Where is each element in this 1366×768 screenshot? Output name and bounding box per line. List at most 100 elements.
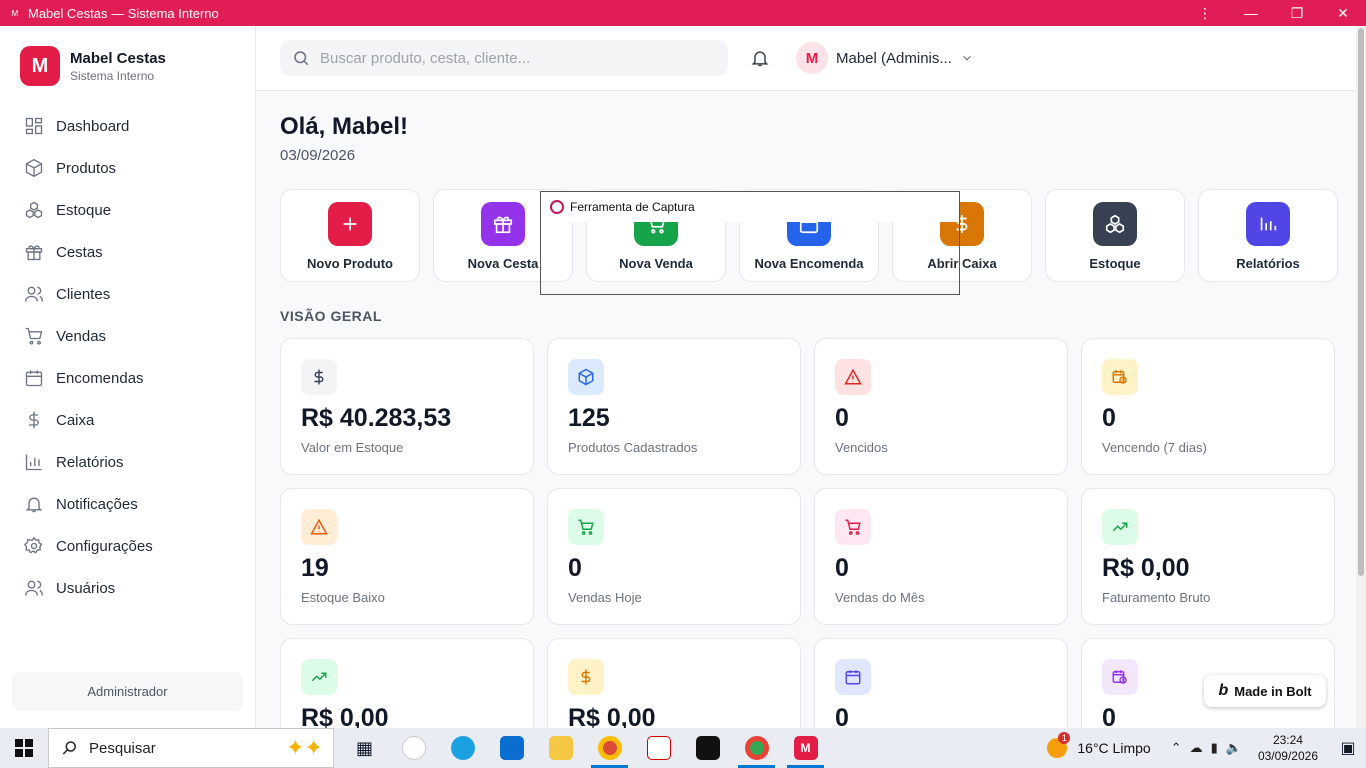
sidebar-item-produtos[interactable]: Produtos	[12, 147, 244, 189]
stat-icon-box	[568, 659, 604, 695]
stat-icon-box	[835, 509, 871, 545]
alert-icon	[844, 368, 862, 385]
dollar-icon	[314, 369, 324, 385]
quick-action-label: Nova Cesta	[467, 256, 539, 271]
taskbar-app-explorer[interactable]	[536, 728, 585, 768]
sidebar-item-usuarios[interactable]: Usuários	[12, 567, 244, 609]
scrollbar-thumb[interactable]	[1358, 28, 1364, 576]
quick-action-novo-produto[interactable]: Novo Produto	[280, 189, 420, 282]
chrome-profile-icon	[744, 736, 769, 760]
itunes-icon	[401, 736, 426, 760]
sidebar-item-label: Encomendas	[56, 369, 144, 387]
brand-logo: M	[20, 46, 60, 86]
chevron-up-icon[interactable]: ⌃	[1171, 740, 1182, 756]
sparkle-icon: ✦✦	[286, 735, 323, 760]
snipping-tool-window[interactable]: Ferramenta de Captura	[540, 191, 960, 295]
brand[interactable]: M Mabel Cestas Sistema Interno	[20, 46, 166, 86]
calendar-icon	[25, 370, 43, 387]
sidebar-item-configuracoes[interactable]: Configurações	[12, 525, 244, 567]
close-button[interactable]: ✕	[1320, 0, 1366, 26]
sidebar-item-label: Notificações	[56, 495, 138, 513]
taskbar-app-chrome[interactable]	[585, 728, 634, 768]
taskbar-app-chrome-profile[interactable]	[732, 728, 781, 768]
minimize-button[interactable]: —	[1228, 0, 1274, 26]
notification-center-icon[interactable]: ▣	[1330, 728, 1366, 768]
calendar-clock-icon	[1112, 370, 1127, 384]
stat-label: Produtos Cadastrados	[568, 440, 698, 455]
task-view-button[interactable]: ▦	[340, 728, 389, 768]
quick-action-label: Estoque	[1089, 256, 1141, 271]
sidebar-item-notificacoes[interactable]: Notificações	[12, 483, 244, 525]
stat-card: 0 Vencendo (7 dias)	[1081, 338, 1335, 475]
sidebar-item-clientes[interactable]: Clientes	[12, 273, 244, 315]
sidebar-item-dashboard[interactable]: Dashboard	[12, 105, 244, 147]
sidebar-item-relatorios[interactable]: Relatórios	[12, 441, 244, 483]
quick-action-estoque[interactable]: Estoque	[1045, 189, 1185, 282]
more-options-icon[interactable]: ⋮	[1182, 0, 1228, 26]
maximize-button[interactable]: ❐	[1274, 0, 1320, 26]
quick-action-relatorios[interactable]: Relatórios	[1198, 189, 1338, 282]
stat-card: 125 Produtos Cadastrados	[547, 338, 801, 475]
stat-value: 0	[568, 554, 582, 582]
sidebar-item-label: Clientes	[56, 285, 111, 303]
taskbar-app-dark[interactable]	[683, 728, 732, 768]
search-input[interactable]	[320, 49, 710, 67]
sidebar-item-label: Vendas	[56, 327, 107, 345]
sidebar-item-cestas[interactable]: Cestas	[12, 231, 244, 273]
stat-icon-box	[1102, 359, 1138, 395]
avatar: M	[796, 42, 828, 74]
network-status-icon[interactable]: ☁	[1190, 740, 1203, 756]
search-bar[interactable]	[280, 40, 728, 76]
page-date: 03/09/2026	[280, 147, 356, 164]
snipping-tool-titlebar[interactable]: Ferramenta de Captura	[541, 192, 959, 222]
sidebar-item-label: Caixa	[56, 411, 95, 429]
top-header: M Mabel (Adminis...	[256, 26, 1356, 91]
user-menu[interactable]: M Mabel (Adminis...	[796, 42, 974, 74]
made-in-bolt-badge[interactable]: b Made in Bolt	[1204, 675, 1326, 707]
calendar-clock-icon	[1112, 670, 1127, 684]
chrome-icon	[597, 736, 622, 760]
stat-icon-box	[835, 359, 871, 395]
bar-chart-icon	[25, 454, 42, 471]
taskbar-search[interactable]: Pesquisar ✦✦	[48, 728, 334, 768]
snipping-tool-title: Ferramenta de Captura	[570, 200, 695, 214]
stat-icon-box	[568, 359, 604, 395]
volume-icon[interactable]: 🔈	[1226, 740, 1242, 756]
battery-icon[interactable]: ▮	[1211, 740, 1218, 756]
taskbar-app-gl[interactable]	[634, 728, 683, 768]
stat-label: Vencidos	[835, 440, 888, 455]
notifications-button[interactable]	[750, 48, 770, 73]
bar-chart-icon	[1260, 217, 1277, 231]
scrollbar[interactable]	[1356, 26, 1366, 728]
quick-action-label: Relatórios	[1236, 256, 1300, 271]
bolt-logo-icon: b	[1218, 682, 1229, 699]
search-icon	[294, 51, 309, 66]
taskbar-search-label: Pesquisar	[89, 739, 156, 757]
search-icon	[62, 741, 76, 755]
weather-widget[interactable]: 16°C Limpo	[1047, 732, 1151, 758]
quick-action-label: Novo Produto	[307, 256, 393, 271]
tray-icons: ⌃ ☁ ▮ 🔈	[1171, 740, 1242, 756]
taskbar-app-itunes[interactable]	[389, 728, 438, 768]
taskbar-clock[interactable]: 23:24 03/09/2026	[1258, 732, 1318, 764]
taskbar-apps: ▦ M	[340, 728, 830, 768]
stat-value: 0	[835, 404, 849, 432]
sidebar-item-vendas[interactable]: Vendas	[12, 315, 244, 357]
users-icon	[25, 286, 43, 302]
stat-label: Faturamento Bruto	[1102, 590, 1211, 605]
app-icon: M	[11, 8, 19, 18]
taskbar-app-edge[interactable]	[438, 728, 487, 768]
sidebar-item-caixa[interactable]: Caixa	[12, 399, 244, 441]
sidebar-item-encomendas[interactable]: Encomendas	[12, 357, 244, 399]
start-button[interactable]	[0, 728, 48, 768]
sidebar-item-estoque[interactable]: Estoque	[12, 189, 244, 231]
taskbar: Pesquisar ✦✦ ▦ M 16°C Limpo ⌃ ☁ ▮ 🔈 23:2…	[0, 728, 1366, 768]
taskbar-app-mabel[interactable]: M	[781, 728, 830, 768]
edge-icon	[450, 736, 475, 760]
stat-icon-box	[301, 509, 337, 545]
taskbar-app-store[interactable]	[487, 728, 536, 768]
trend-up-icon	[1112, 522, 1128, 532]
page-title: Olá, Mabel!	[280, 113, 409, 140]
cart-icon	[25, 327, 43, 345]
stat-label: Vendas Hoje	[568, 590, 642, 605]
